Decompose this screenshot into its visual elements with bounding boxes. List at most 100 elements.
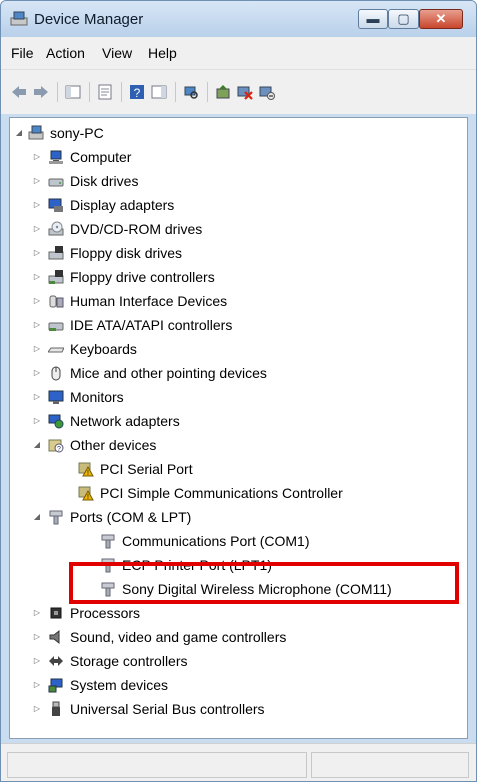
status-pane	[311, 752, 469, 778]
computer-icon	[49, 150, 63, 164]
update-driver-icon[interactable]	[215, 84, 231, 100]
menu-view[interactable]: View	[102, 45, 132, 61]
hid-icon	[49, 295, 64, 308]
category-label: Monitors	[70, 389, 124, 405]
expand-arrow-icon[interactable]: ▷	[32, 242, 42, 264]
category-label: Computer	[70, 149, 132, 165]
scan-hardware-changes-icon[interactable]	[183, 84, 199, 100]
maximize-button[interactable]: ▢	[388, 9, 419, 29]
toolbar-separator	[57, 82, 58, 102]
category-label: Universal Serial Bus controllers	[70, 701, 265, 717]
category-label: DVD/CD-ROM drives	[70, 221, 203, 237]
monitor-icon	[48, 390, 64, 404]
minimize-button[interactable]: ▬	[358, 9, 388, 29]
category-label: Sound, video and game controllers	[70, 629, 287, 645]
svg-text:?: ?	[57, 446, 61, 453]
collapse-arrow-icon[interactable]: ◢	[32, 506, 42, 528]
usb-icon	[52, 701, 60, 716]
warning-device-icon: !	[78, 462, 94, 477]
category-label: Disk drives	[70, 173, 139, 189]
window-title: Device Manager	[34, 11, 144, 28]
category-label: Network adapters	[70, 413, 180, 429]
properties-icon[interactable]	[97, 84, 113, 100]
device-label: PCI Serial Port	[100, 461, 193, 477]
warning-device-icon: !	[78, 486, 94, 501]
expand-arrow-icon[interactable]: ▷	[32, 290, 42, 312]
expand-arrow-icon[interactable]: ▷	[32, 650, 42, 672]
category-label: Keyboards	[70, 341, 137, 357]
category-label: Display adapters	[70, 197, 175, 213]
back-arrow-icon[interactable]	[11, 84, 27, 100]
computer-root-icon	[28, 125, 44, 140]
expand-arrow-icon[interactable]: ▷	[32, 314, 42, 336]
expand-arrow-icon[interactable]: ▷	[32, 194, 42, 216]
category-label: Floppy disk drives	[70, 245, 183, 261]
toolbar-separator	[121, 82, 122, 102]
device-manager-window: Device Manager ▬ ▢ ✕ File Action View He…	[0, 0, 477, 782]
menu-file[interactable]: File	[11, 45, 34, 61]
ide-controller-icon	[48, 322, 64, 331]
expand-arrow-icon[interactable]: ▷	[32, 266, 42, 288]
expand-arrow-icon[interactable]: ▷	[32, 146, 42, 168]
other-devices-icon: ?	[48, 439, 64, 453]
port-icon	[101, 534, 115, 549]
expand-arrow-icon[interactable]: ▷	[32, 218, 42, 240]
svg-text:!: !	[87, 470, 89, 477]
toolbar: ?	[1, 69, 476, 114]
toolbar-separator	[207, 82, 208, 102]
category-label: Mice and other pointing devices	[70, 365, 267, 381]
disable-device-icon[interactable]	[259, 84, 275, 100]
show-hide-console-tree-icon[interactable]	[65, 84, 81, 100]
toolbar-separator	[175, 82, 176, 102]
collapse-arrow-icon[interactable]: ◢	[14, 122, 24, 144]
category-label: IDE ATA/ATAPI controllers	[70, 317, 233, 333]
show-action-pane-icon[interactable]	[151, 84, 167, 100]
toolbar-separator	[89, 82, 90, 102]
help-icon[interactable]: ?	[129, 84, 145, 100]
expand-arrow-icon[interactable]: ▷	[32, 338, 42, 360]
sound-icon	[49, 629, 60, 645]
status-bar	[1, 743, 476, 781]
svg-text:!: !	[87, 494, 89, 501]
storage-controller-icon	[49, 656, 63, 666]
floppy-controller-icon	[48, 270, 64, 284]
category-label: Storage controllers	[70, 653, 188, 669]
uninstall-device-icon[interactable]	[237, 84, 253, 100]
collapse-arrow-icon[interactable]: ◢	[32, 434, 42, 456]
category-label: Floppy drive controllers	[70, 269, 215, 285]
expand-arrow-icon[interactable]: ▷	[32, 170, 42, 192]
expand-arrow-icon[interactable]: ▷	[32, 698, 42, 720]
category-label: Processors	[70, 605, 141, 621]
svg-text:?: ?	[134, 86, 141, 100]
expand-arrow-icon[interactable]: ▷	[32, 386, 42, 408]
expand-arrow-icon[interactable]: ▷	[32, 602, 42, 624]
processor-icon	[50, 607, 62, 619]
device-label: PCI Simple Communications Controller	[100, 485, 343, 501]
expand-arrow-icon[interactable]: ▷	[32, 674, 42, 696]
category-label: Human Interface Devices	[70, 293, 228, 309]
category-label: System devices	[70, 677, 169, 693]
system-devices-icon	[48, 678, 63, 693]
minimize-icon: ▬	[366, 11, 380, 26]
keyboard-icon	[48, 347, 64, 353]
network-adapter-icon	[48, 414, 64, 429]
menu-help[interactable]: Help	[148, 45, 177, 61]
dvd-drive-icon	[48, 221, 64, 236]
forward-arrow-icon[interactable]	[33, 84, 49, 100]
mouse-icon	[51, 366, 61, 381]
expand-arrow-icon[interactable]: ▷	[32, 410, 42, 432]
display-adapter-icon	[48, 198, 63, 212]
expand-arrow-icon[interactable]: ▷	[32, 626, 42, 648]
title-bar[interactable]: Device Manager ▬ ▢ ✕	[1, 1, 476, 37]
category-label: Ports (COM & LPT)	[70, 509, 192, 525]
maximize-icon: ▢	[397, 11, 410, 26]
device-tree[interactable]: ◢ sony-PC ▷ Computer ▷ Disk drives ▷ Dis…	[9, 117, 468, 739]
close-button[interactable]: ✕	[419, 9, 463, 29]
menu-action[interactable]: Action	[46, 45, 85, 61]
expand-arrow-icon[interactable]: ▷	[32, 362, 42, 384]
category-label: Other devices	[70, 437, 157, 453]
port-icon	[49, 510, 63, 525]
floppy-drive-icon	[48, 246, 64, 260]
close-icon: ✕	[435, 11, 447, 26]
device-manager-app-icon	[10, 11, 28, 26]
